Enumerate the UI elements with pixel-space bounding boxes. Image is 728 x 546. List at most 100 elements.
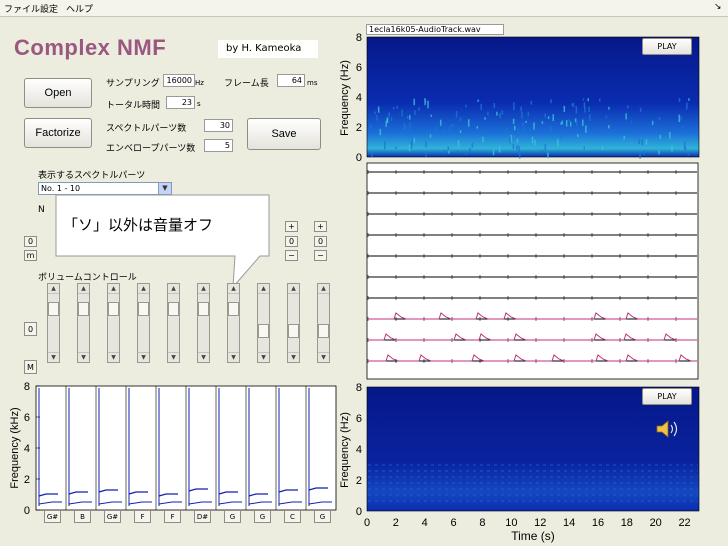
spectro-cell: [459, 117, 462, 122]
spectral-parts-label: スペクトルパーツ数: [106, 124, 187, 134]
slider-down-arrow-icon[interactable]: ▼: [258, 352, 269, 362]
note-button-2[interactable]: B: [74, 510, 91, 523]
total-time-field[interactable]: 23: [166, 96, 195, 109]
slider-thumb[interactable]: [78, 302, 89, 316]
slider-up-arrow-icon[interactable]: ▲: [138, 284, 149, 294]
spectro-cell: [582, 98, 585, 101]
note-button-9[interactable]: C: [284, 510, 301, 523]
slider-up-arrow-icon[interactable]: ▲: [258, 284, 269, 294]
volume-slider-5[interactable]: ▲ ▼: [167, 283, 180, 363]
left-y-axis-label: Frequency (kHz): [9, 407, 21, 488]
slider-up-arrow-icon[interactable]: ▲: [78, 284, 89, 294]
volume-slider-2[interactable]: ▲ ▼: [77, 283, 90, 363]
slider-down-arrow-icon[interactable]: ▼: [48, 352, 59, 362]
volume-slider-10[interactable]: ▲ ▼: [317, 283, 330, 363]
speaker-icon[interactable]: [655, 418, 681, 440]
spectro-cell: [527, 111, 530, 117]
note-button-1[interactable]: G#: [44, 510, 61, 523]
slider-up-arrow-icon[interactable]: ▲: [228, 284, 239, 294]
volume-slider-9[interactable]: ▲ ▼: [287, 283, 300, 363]
volume-slider-3[interactable]: ▲ ▼: [107, 283, 120, 363]
slider-thumb[interactable]: [108, 302, 119, 316]
slider-down-arrow-icon[interactable]: ▼: [198, 352, 209, 362]
slider-up-arrow-icon[interactable]: ▲: [198, 284, 209, 294]
factorize-button[interactable]: Factorize: [24, 118, 92, 148]
x-tick-label: 4: [422, 517, 428, 529]
chevron-down-icon[interactable]: ▼: [158, 183, 171, 194]
play-button-top[interactable]: PLAY: [642, 38, 692, 55]
slider-up-arrow-icon[interactable]: ▲: [288, 284, 299, 294]
volume-zero-button[interactable]: 0: [24, 322, 37, 336]
slider-down-arrow-icon[interactable]: ▼: [138, 352, 149, 362]
slider-thumb[interactable]: [168, 302, 179, 316]
open-button[interactable]: Open: [24, 78, 92, 108]
volume-slider-7[interactable]: ▲ ▼: [227, 283, 240, 363]
spectro-cell: [385, 120, 387, 127]
slider-down-arrow-icon[interactable]: ▼: [168, 352, 179, 362]
resize-corner-icon[interactable]: ↘: [714, 2, 722, 12]
slider-up-arrow-icon[interactable]: ▲: [48, 284, 59, 294]
slider-down-arrow-icon[interactable]: ▼: [318, 352, 329, 362]
spectro-cell: [557, 139, 559, 147]
slider-up-arrow-icon[interactable]: ▲: [108, 284, 119, 294]
volume-slider-6[interactable]: ▲ ▼: [197, 283, 210, 363]
x-axis-label: Time (s): [511, 529, 555, 543]
volume-slider-4[interactable]: ▲ ▼: [137, 283, 150, 363]
spectro-cell: [639, 152, 641, 159]
spectro-cell: [688, 98, 690, 101]
spectro-cell: [514, 128, 516, 131]
minus-button-b[interactable]: −: [314, 250, 327, 261]
spectro-cell: [469, 147, 471, 154]
slider-thumb[interactable]: [48, 302, 59, 316]
volume-slider-1[interactable]: ▲ ▼: [47, 283, 60, 363]
frame-field[interactable]: 64: [277, 74, 305, 87]
slider-down-arrow-icon[interactable]: ▼: [288, 352, 299, 362]
menu-file[interactable]: ファイル: [4, 2, 40, 15]
note-button-6[interactable]: D#: [194, 510, 211, 523]
save-button[interactable]: Save: [247, 118, 321, 150]
spectro-cell: [408, 115, 411, 120]
x-tick-label: 2: [393, 517, 399, 529]
spectro-cell: [547, 152, 549, 159]
slider-down-arrow-icon[interactable]: ▼: [108, 352, 119, 362]
note-button-4[interactable]: F: [134, 510, 151, 523]
slider-thumb[interactable]: [138, 302, 149, 316]
envelope-parts-field[interactable]: 5: [204, 139, 233, 152]
mute-button[interactable]: m: [24, 250, 37, 261]
menu-settings[interactable]: 設定: [40, 2, 58, 15]
spectro-cell: [577, 134, 579, 138]
minus-button-a[interactable]: −: [285, 250, 298, 261]
note-button-3[interactable]: G#: [104, 510, 121, 523]
spectral-parts-field[interactable]: 30: [204, 119, 233, 132]
plus-button-a[interactable]: +: [285, 221, 298, 232]
note-button-8[interactable]: G: [254, 510, 271, 523]
value-a: 0: [285, 236, 298, 247]
slider-thumb[interactable]: [258, 324, 269, 338]
slider-up-arrow-icon[interactable]: ▲: [168, 284, 179, 294]
x-tick-label: 22: [678, 517, 690, 529]
slider-thumb[interactable]: [288, 324, 299, 338]
spectro-cell: [429, 134, 432, 138]
sampling-label: サンプリング: [106, 79, 160, 89]
plus-button-b[interactable]: +: [314, 221, 327, 232]
spectro-cell: [608, 106, 610, 110]
spectro-cell: [430, 114, 433, 117]
slider-thumb[interactable]: [228, 302, 239, 316]
note-button-7[interactable]: G: [224, 510, 241, 523]
volume-slider-8[interactable]: ▲ ▼: [257, 283, 270, 363]
slider-thumb[interactable]: [198, 302, 209, 316]
zero-button[interactable]: 0: [24, 236, 37, 247]
menu-help[interactable]: ヘルプ: [66, 2, 93, 15]
value-b: 0: [314, 236, 327, 247]
sampling-field[interactable]: 16000: [163, 74, 195, 87]
slider-down-arrow-icon[interactable]: ▼: [78, 352, 89, 362]
note-button-5[interactable]: F: [164, 510, 181, 523]
note-button-10[interactable]: G: [314, 510, 331, 523]
menu-bar: ファイル 設定 ヘルプ ↘: [0, 0, 728, 17]
slider-up-arrow-icon[interactable]: ▲: [318, 284, 329, 294]
spectro-cell: [514, 125, 516, 129]
slider-down-arrow-icon[interactable]: ▼: [228, 352, 239, 362]
volume-mute-button[interactable]: M: [24, 360, 37, 374]
play-button-bottom[interactable]: PLAY: [642, 388, 692, 405]
slider-thumb[interactable]: [318, 324, 329, 338]
